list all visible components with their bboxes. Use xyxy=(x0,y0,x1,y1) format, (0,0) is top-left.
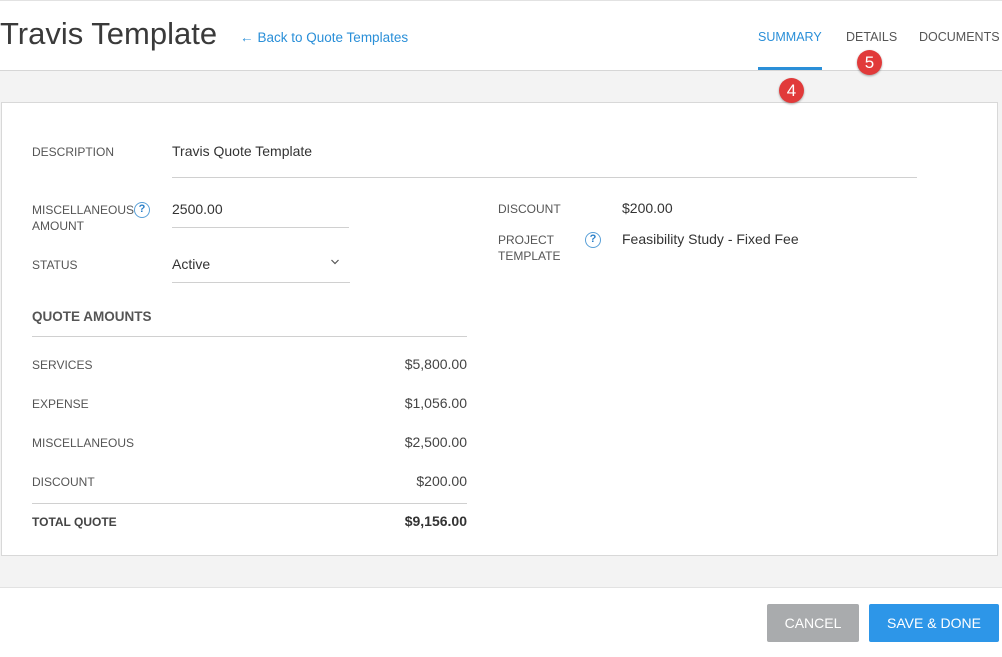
quote-amounts-divider xyxy=(32,336,467,337)
help-icon[interactable]: ? xyxy=(585,232,601,248)
active-tab-indicator xyxy=(758,67,822,70)
back-to-quote-templates-link[interactable]: ← Back to Quote Templates xyxy=(240,30,408,45)
page-title: Travis Template xyxy=(0,16,218,51)
quote-row-services: SERVICES $5,800.00 xyxy=(32,356,467,376)
quote-row-miscellaneous: MISCELLANEOUS $2,500.00 xyxy=(32,434,467,454)
status-underline xyxy=(172,282,350,283)
total-divider xyxy=(32,503,467,504)
tab-summary[interactable]: SUMMARY xyxy=(758,30,822,44)
page-header: Travis Template ← Back to Quote Templates… xyxy=(0,0,1002,71)
quote-amounts-heading: QUOTE AMOUNTS xyxy=(32,309,152,324)
status-select[interactable]: Active xyxy=(172,256,210,272)
project-template-label: PROJECT TEMPLATE xyxy=(498,233,561,263)
row-label: SERVICES xyxy=(32,358,93,372)
row-value: $2,500.00 xyxy=(404,434,467,450)
back-link-label: Back to Quote Templates xyxy=(257,30,409,45)
misc-amount-input[interactable]: 2500.00 xyxy=(172,201,223,217)
quote-row-expense: EXPENSE $1,056.00 xyxy=(32,395,467,415)
arrow-left-icon: ← xyxy=(240,30,254,45)
quote-row-total: TOTAL QUOTE $9,156.00 xyxy=(32,513,467,533)
discount-label: DISCOUNT xyxy=(498,202,561,216)
step-badge-5: 5 xyxy=(857,50,882,75)
row-label: EXPENSE xyxy=(32,397,89,411)
misc-amount-underline xyxy=(172,227,349,228)
step-badge-4: 4 xyxy=(779,78,804,103)
tab-documents[interactable]: DOCUMENTS xyxy=(919,30,1000,44)
misc-amount-label: MISCELLANEOUS AMOUNT xyxy=(32,203,135,233)
description-label: DESCRIPTION xyxy=(32,145,115,159)
row-value: $5,800.00 xyxy=(404,356,467,372)
row-label: DISCOUNT xyxy=(32,475,95,489)
chevron-down-icon[interactable] xyxy=(330,257,340,267)
row-value: $1,056.00 xyxy=(404,395,467,411)
status-label: STATUS xyxy=(32,258,78,272)
total-value: $9,156.00 xyxy=(404,513,467,529)
row-label: MISCELLANEOUS xyxy=(32,436,135,450)
project-template-value: Feasibility Study - Fixed Fee xyxy=(622,231,799,247)
quote-row-discount: DISCOUNT $200.00 xyxy=(32,473,467,493)
save-and-done-button[interactable]: SAVE & DONE xyxy=(869,604,999,642)
discount-value: $200.00 xyxy=(622,200,673,216)
row-value: $200.00 xyxy=(416,473,467,489)
description-field[interactable]: Travis Quote Template xyxy=(172,143,312,159)
tab-details[interactable]: DETAILS xyxy=(846,30,897,44)
help-icon[interactable]: ? xyxy=(134,202,150,218)
description-underline xyxy=(172,177,917,178)
footer-bar: CANCEL SAVE & DONE xyxy=(0,587,1002,657)
cancel-button[interactable]: CANCEL xyxy=(767,604,859,642)
total-label: TOTAL QUOTE xyxy=(32,515,117,529)
